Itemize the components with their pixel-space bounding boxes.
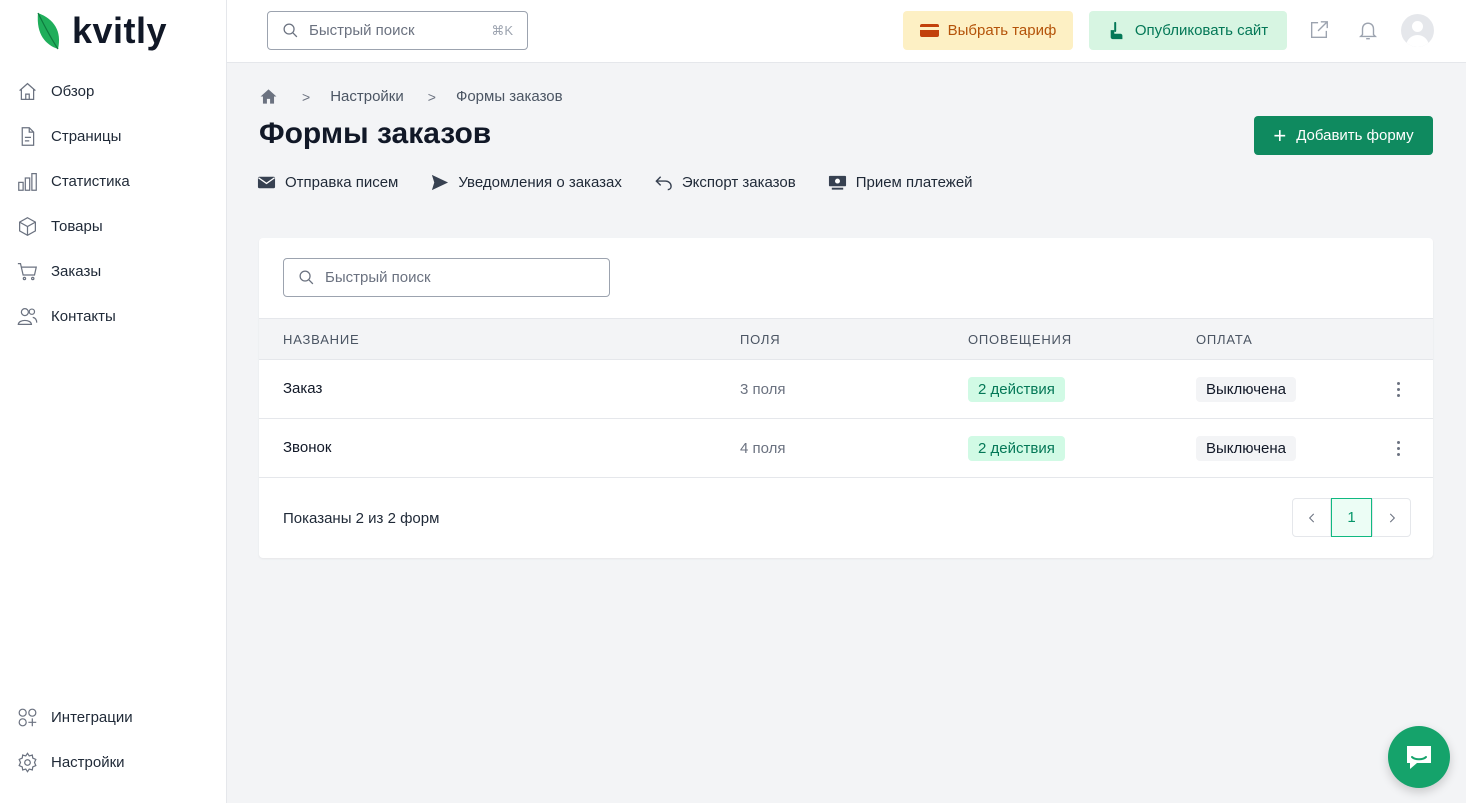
chevron-right-icon: > (427, 88, 436, 105)
form-name[interactable]: Звонок (283, 439, 331, 456)
topbar: Быстрый поиск ⌘K Выбрать тариф Опубликов… (227, 0, 1466, 63)
add-form-button[interactable]: + Добавить форму (1254, 116, 1433, 155)
form-fields-count: 3 поля (740, 381, 786, 398)
notifications-badge: 2 действия (968, 436, 1065, 461)
column-header-notifications: ОПОВЕЩЕНИЯ (968, 332, 1072, 347)
payment-status-badge: Выключена (1196, 436, 1296, 461)
apps-icon (16, 707, 38, 729)
plus-icon: + (1273, 122, 1287, 148)
bar-chart-icon (16, 171, 38, 193)
next-page-button[interactable] (1372, 498, 1411, 537)
external-link-icon[interactable] (1308, 19, 1332, 43)
bell-icon[interactable] (1357, 19, 1381, 43)
breadcrumb: > Настройки > Формы заказов (259, 87, 563, 106)
row-menu-icon[interactable] (1389, 378, 1407, 400)
reply-arrow-icon (655, 175, 672, 190)
home-icon[interactable] (259, 87, 278, 106)
breadcrumb-current: Формы заказов (455, 88, 563, 105)
subnav-label: Отправка писем (285, 173, 399, 191)
sidebar: kvitly Обзор Страницы Статистика Товары (0, 0, 227, 803)
column-header-payment: ОПЛАТА (1196, 332, 1253, 347)
column-header-name: НАЗВАНИЕ (283, 332, 360, 347)
search-icon (283, 23, 298, 38)
paper-plane-icon (432, 174, 449, 190)
choose-tariff-button[interactable]: Выбрать тариф (903, 11, 1073, 50)
table-search-input[interactable]: Быстрый поиск (283, 258, 610, 297)
cart-icon (16, 261, 38, 283)
search-shortcut: ⌘K (491, 22, 513, 38)
home-outline-icon (16, 81, 38, 103)
sidebar-item-products[interactable]: Товары (0, 204, 226, 249)
sidebar-item-label: Заказы (51, 263, 102, 280)
publish-site-label: Опубликовать сайт (1134, 22, 1269, 39)
row-menu-icon[interactable] (1389, 437, 1407, 459)
sidebar-item-pages[interactable]: Страницы (0, 114, 226, 159)
table-row[interactable]: Заказ 3 поля 2 действия Выключена (259, 360, 1433, 419)
sidebar-item-contacts[interactable]: Контакты (0, 294, 226, 339)
form-fields-count: 4 поля (740, 440, 786, 457)
sidebar-item-overview[interactable]: Обзор (0, 69, 226, 114)
avatar-head (1412, 21, 1423, 32)
subnav-payment-acceptance[interactable]: Прием платежей (828, 173, 973, 192)
subnav-label: Экспорт заказов (681, 173, 796, 191)
settings-subnav: Отправка писем Уведомления о заказах Экс… (257, 170, 1005, 194)
table-header: НАЗВАНИЕ ПОЛЯ ОПОВЕЩЕНИЯ ОПЛАТА (259, 318, 1433, 360)
prev-page-button[interactable] (1292, 498, 1331, 537)
page-button[interactable]: 1 (1331, 498, 1372, 537)
sidebar-item-label: Интеграции (51, 709, 133, 726)
cube-icon (16, 216, 38, 238)
avatar-body (1406, 35, 1429, 47)
logo-text: kvitly (72, 10, 168, 51)
sidebar-item-integrations[interactable]: Интеграции (0, 695, 226, 740)
subnav-email-sending[interactable]: Отправка писем (257, 173, 398, 192)
publish-site-button[interactable]: Опубликовать сайт (1089, 11, 1287, 50)
search-placeholder: Быстрый поиск (309, 22, 415, 39)
sidebar-item-settings[interactable]: Настройки (0, 740, 226, 785)
add-form-label: Добавить форму (1296, 127, 1414, 144)
chevron-right-icon: > (302, 88, 311, 105)
sidebar-item-label: Товары (51, 218, 103, 235)
leaf-logo-icon (37, 12, 60, 50)
sidebar-item-label: Страницы (51, 128, 122, 145)
sidebar-item-label: Контакты (51, 308, 116, 325)
page-title: Формы заказов (259, 117, 492, 150)
sidebar-item-label: Настройки (51, 754, 125, 771)
sidebar-item-stats[interactable]: Статистика (0, 159, 226, 204)
chat-bubble-icon (1407, 746, 1431, 769)
chevron-left-icon (1308, 513, 1314, 522)
subnav-order-export[interactable]: Экспорт заказов (654, 173, 796, 192)
gear-icon (16, 752, 38, 774)
chevron-right-icon (1389, 513, 1395, 522)
form-name[interactable]: Заказ (283, 380, 322, 397)
subnav-label: Уведомления о заказах (458, 173, 622, 191)
sidebar-nav: Обзор Страницы Статистика Товары Заказы (0, 69, 226, 339)
envelope-icon (257, 176, 276, 188)
file-icon (16, 126, 38, 148)
credit-card-icon (919, 24, 939, 37)
payment-status-badge: Выключена (1196, 377, 1296, 402)
forms-table-card: Быстрый поиск НАЗВАНИЕ ПОЛЯ ОПОВЕЩЕНИЯ О… (259, 238, 1433, 558)
pagination-summary: Показаны 2 из 2 форм (283, 510, 440, 527)
sidebar-item-label: Статистика (51, 173, 130, 190)
sidebar-item-label: Обзор (51, 83, 95, 100)
publish-hand-icon (1110, 21, 1123, 39)
avatar[interactable] (1401, 14, 1434, 47)
sidebar-bottom-nav: Интеграции Настройки (0, 695, 226, 785)
notifications-badge: 2 действия (968, 377, 1065, 402)
table-row[interactable]: Звонок 4 поля 2 действия Выключена (259, 419, 1433, 478)
table-search-placeholder: Быстрый поиск (325, 269, 431, 286)
chat-widget-button[interactable] (1388, 726, 1450, 788)
logo[interactable]: kvitly (34, 10, 167, 52)
cash-register-icon (828, 175, 846, 190)
global-search-input[interactable]: Быстрый поиск ⌘K (267, 11, 528, 50)
users-icon (16, 306, 38, 328)
subnav-order-notifications[interactable]: Уведомления о заказах (430, 173, 622, 192)
column-header-fields: ПОЛЯ (740, 332, 781, 347)
search-icon (299, 270, 314, 285)
sidebar-item-orders[interactable]: Заказы (0, 249, 226, 294)
choose-tariff-label: Выбрать тариф (947, 22, 1057, 39)
pagination: 1 (1292, 498, 1411, 538)
breadcrumb-settings[interactable]: Настройки (330, 88, 404, 105)
subnav-label: Прием платежей (855, 173, 973, 191)
